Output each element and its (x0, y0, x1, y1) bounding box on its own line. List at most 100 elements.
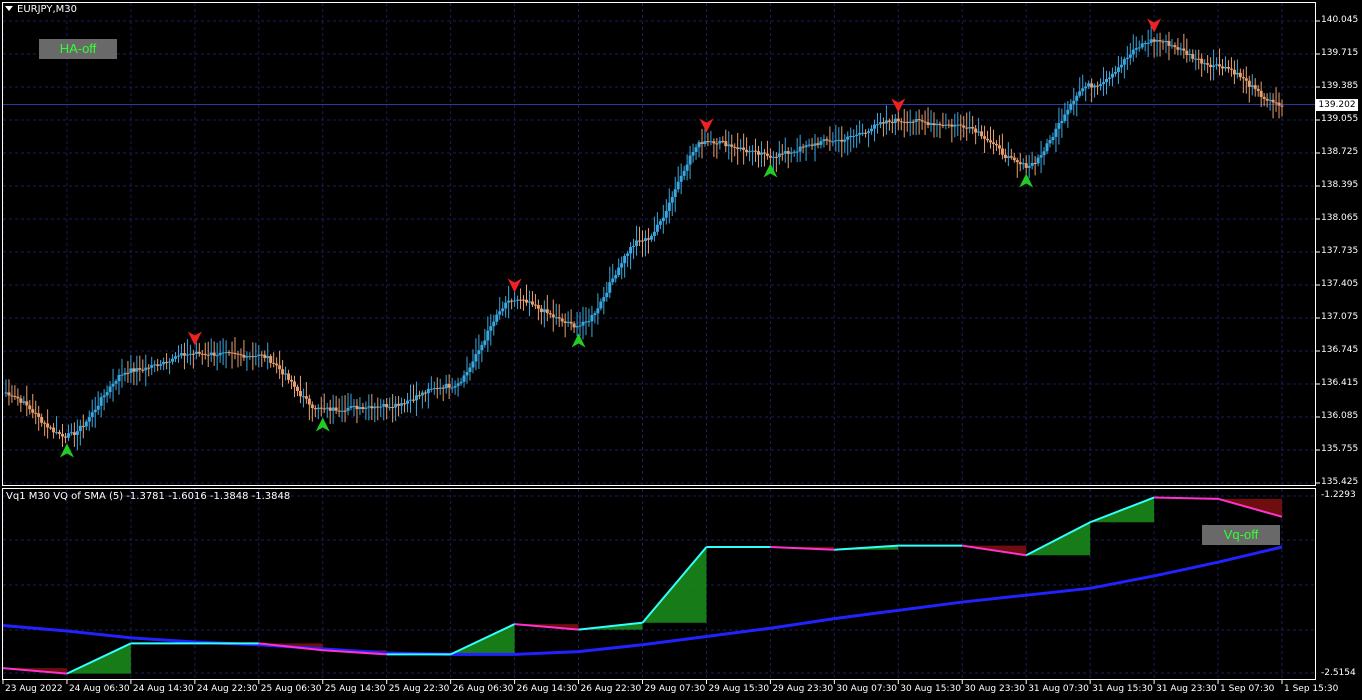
bull-candle (688, 155, 692, 165)
bull-candle (105, 392, 109, 396)
price-label: 140.045 (1321, 15, 1359, 25)
bear-candle (191, 353, 195, 355)
bull-candle (257, 354, 261, 357)
bull-candle (861, 132, 865, 134)
bear-candle (147, 367, 151, 369)
bull-candle (489, 326, 493, 331)
bear-candle (28, 405, 32, 410)
time-label: 26 Aug 06:30 (452, 684, 514, 694)
time-label: 25 Aug 06:30 (260, 684, 322, 694)
time-label: 31 Aug 07:30 (1028, 684, 1089, 694)
bear-candle (40, 416, 44, 423)
bear-candle (810, 144, 814, 146)
bull-candle (364, 407, 368, 409)
bull-candle (691, 152, 695, 156)
bull-candle (456, 383, 460, 386)
bull-candle (159, 364, 163, 366)
chart-window[interactable]: EURJPY,M30 HA-off Vq1 M30 VQ of SMA (5) … (0, 0, 1362, 700)
bear-candle (519, 299, 523, 301)
bear-candle (923, 121, 927, 123)
bear-candle (548, 313, 552, 315)
bull-candle (114, 381, 118, 384)
bear-candle (63, 436, 67, 438)
bull-candle (215, 355, 219, 357)
bear-candle (72, 432, 76, 435)
bull-candle (935, 123, 939, 126)
bear-candle (1253, 85, 1257, 89)
bull-candle (1140, 43, 1144, 48)
bull-candle (1036, 157, 1040, 164)
bear-candle (1247, 80, 1251, 87)
bull-candle (352, 405, 356, 407)
bear-candle (1152, 39, 1156, 42)
bull-candle (22, 401, 26, 403)
bull-candle (819, 141, 823, 145)
bull-candle (1075, 95, 1079, 101)
bull-candle (462, 375, 466, 382)
bear-candle (994, 143, 998, 146)
bear-candle (391, 407, 395, 409)
signal-arrows (59, 18, 1162, 458)
bull-candle (168, 361, 172, 363)
bull-candle (1054, 128, 1058, 137)
bull-candle (1048, 140, 1052, 144)
indicator-axis-bottom: -2.5154 (1321, 668, 1356, 678)
bull-candle (179, 353, 183, 356)
vq-toggle-button[interactable]: Vq-off (1202, 525, 1280, 545)
ha-toggle-button[interactable]: HA-off (39, 39, 117, 59)
bear-candle (242, 354, 246, 358)
bull-candle (349, 406, 353, 408)
bull-candle (1122, 59, 1126, 65)
time-label: 24 Aug 14:30 (132, 684, 194, 694)
bull-candle (748, 151, 752, 153)
bull-candle (1137, 47, 1141, 49)
bull-candle (1078, 91, 1082, 96)
bull-candle (153, 364, 157, 366)
bull-candle (1069, 103, 1073, 110)
bull-candle (759, 152, 763, 155)
bear-candle (965, 127, 969, 129)
time-label: 30 Aug 15:30 (900, 684, 961, 694)
bear-candle (263, 354, 267, 358)
bull-candle (884, 120, 888, 124)
bull-candle (1113, 71, 1117, 74)
bull-candle (1223, 67, 1227, 69)
bull-candle (673, 189, 677, 197)
bull-candle (1110, 73, 1114, 78)
dropdown-triangle-icon[interactable] (5, 6, 13, 11)
bull-candle (1081, 88, 1085, 92)
bear-candle (989, 140, 993, 143)
bull-candle (284, 373, 288, 375)
bull-candle (956, 124, 960, 126)
bear-candle (397, 403, 401, 406)
bull-candle (977, 131, 981, 133)
price-label: 139.055 (1321, 114, 1359, 124)
bull-candle (408, 399, 412, 401)
bear-candle (1096, 85, 1100, 87)
bull-candle (507, 300, 511, 303)
bull-candle (117, 375, 121, 382)
bull-candle (908, 121, 912, 124)
bull-candle (474, 354, 478, 362)
price-axis-ticks (1316, 20, 1320, 484)
bull-candle (99, 397, 103, 406)
bear-candle (435, 388, 439, 390)
bull-candle (1212, 65, 1216, 68)
bear-candle (1209, 64, 1213, 68)
bull-candle (1072, 100, 1076, 104)
bull-candle (554, 317, 558, 319)
bull-candle (492, 321, 496, 327)
bull-candle (635, 240, 639, 246)
bull-candle (513, 300, 517, 302)
bull-candle (254, 356, 258, 358)
bull-candle (1116, 67, 1120, 72)
bull-candle (340, 410, 344, 412)
bear-candle (13, 396, 17, 398)
symbol-title[interactable]: EURJPY,M30 (5, 4, 77, 15)
bear-candle (712, 141, 716, 144)
bull-candle (953, 124, 957, 127)
bear-candle (533, 304, 537, 306)
bear-candle (551, 314, 555, 318)
price-chart[interactable] (0, 0, 1362, 700)
time-label: 1 Sep 07:30 (1220, 684, 1275, 694)
